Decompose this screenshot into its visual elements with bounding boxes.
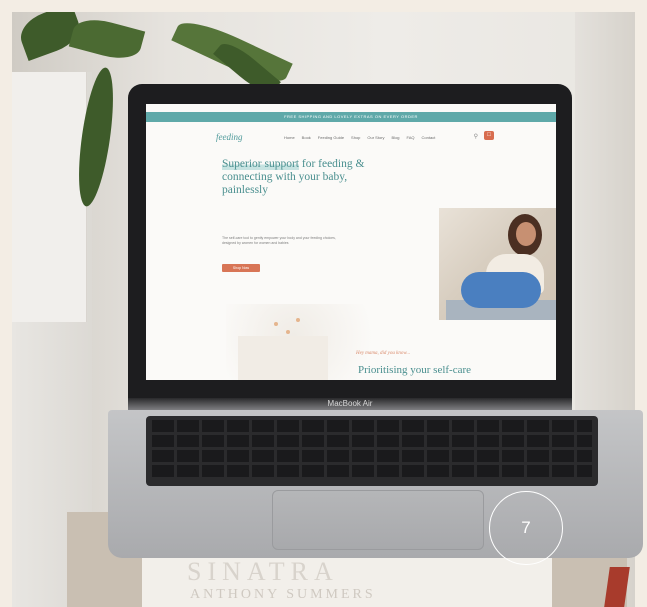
- headline-highlight: Superior support: [222, 158, 299, 170]
- shop-now-button[interactable]: Shop Now: [222, 264, 260, 272]
- hero-subtext: The self-care tool to gently empower you…: [222, 236, 336, 245]
- image-number-badge: 7: [489, 491, 563, 565]
- image-frame: SINATRA ANTHONY SUMMERS FREE SHIPPING AN…: [0, 0, 647, 607]
- nav-link[interactable]: Our Story: [367, 135, 384, 140]
- section-script: Hey mama, did you know...: [356, 351, 411, 356]
- key-row: [152, 420, 592, 432]
- site-nav: feeding Home Book Feeding Guide Shop Our…: [146, 122, 556, 146]
- key-row: [152, 465, 592, 477]
- nav-link[interactable]: FAQ: [407, 135, 415, 140]
- decor-dot: [286, 330, 290, 334]
- hero-blue-blanket: [461, 272, 541, 308]
- decor-dot: [296, 318, 300, 322]
- search-icon[interactable]: ⚲: [474, 133, 478, 140]
- plant-leaf: [68, 13, 146, 65]
- cart-icon[interactable]: □: [484, 131, 494, 140]
- decor-dot: [274, 322, 278, 326]
- nav-link[interactable]: Blog: [392, 135, 400, 140]
- trackpad: [272, 490, 484, 550]
- book-author: ANTHONY SUMMERS: [190, 587, 376, 602]
- vase: [12, 72, 87, 322]
- key-row: [152, 450, 592, 462]
- nav-link[interactable]: Book: [302, 135, 311, 140]
- hero-mother-face: [516, 222, 536, 246]
- section-title: Prioritising your self-care: [358, 364, 472, 376]
- laptop-model-name: MacBook Air: [327, 399, 373, 408]
- nav-link[interactable]: Home: [284, 135, 295, 140]
- nav-links: Home Book Feeding Guide Shop Our Story B…: [284, 135, 435, 140]
- book-title: SINATRA: [187, 557, 339, 586]
- site-logo[interactable]: feeding: [216, 132, 243, 142]
- nav-link[interactable]: Contact: [422, 135, 436, 140]
- nav-link[interactable]: Feeding Guide: [318, 135, 344, 140]
- key-row: [152, 435, 592, 447]
- nav-link[interactable]: Shop: [351, 135, 360, 140]
- section-image: [238, 336, 328, 380]
- promo-banner: FREE SHIPPING AND LOVELY EXTRAS ON EVERY…: [146, 112, 556, 122]
- hero-headline: Superior support for feeding & connectin…: [222, 158, 372, 197]
- laptop-screen: FREE SHIPPING AND LOVELY EXTRAS ON EVERY…: [146, 104, 556, 380]
